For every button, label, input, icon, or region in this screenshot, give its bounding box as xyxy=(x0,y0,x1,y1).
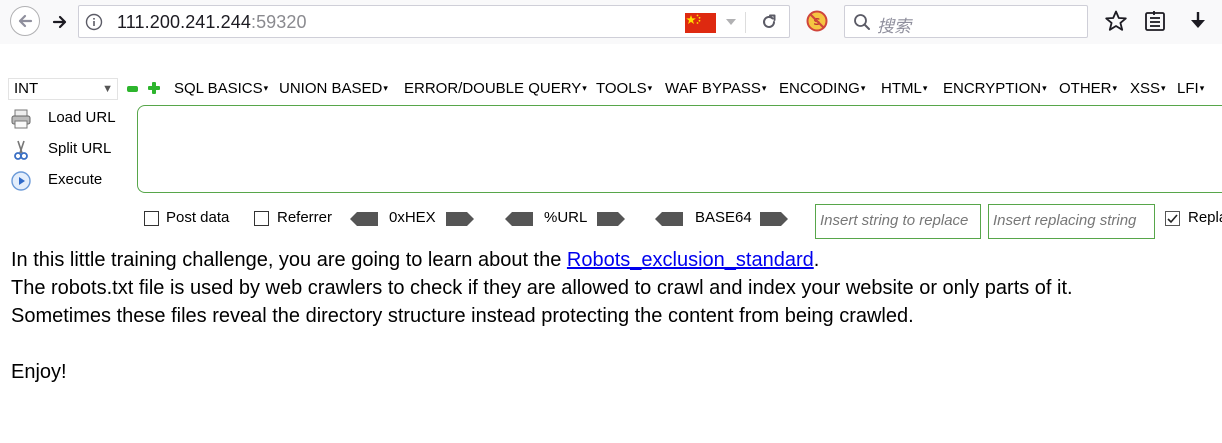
hex-decode-arrow-icon[interactable] xyxy=(350,212,378,226)
noscript-icon[interactable]: S xyxy=(806,10,828,32)
arrow-left-icon xyxy=(18,14,33,28)
play-icon xyxy=(11,171,31,191)
menu-lfi[interactable]: LFI▾ xyxy=(1177,80,1204,97)
post-data-label: Post data xyxy=(166,209,230,226)
plus-icon[interactable] xyxy=(148,82,160,94)
hex-encode-arrow-icon[interactable] xyxy=(446,212,474,226)
china-flag-icon[interactable] xyxy=(685,13,716,33)
arrow-right-icon xyxy=(52,15,67,29)
enjoy-line: Enjoy! xyxy=(11,361,67,383)
menu-encoding[interactable]: ENCODING▾ xyxy=(779,80,865,97)
url-port: :59320 xyxy=(250,12,307,32)
menu-label: LFI xyxy=(1177,80,1199,97)
type-select-value: INT xyxy=(14,80,39,97)
split-url-label: Split URL xyxy=(48,140,112,157)
base64-decode-arrow-icon[interactable] xyxy=(655,212,683,226)
menu-label: WAF BYPASS xyxy=(665,80,761,97)
menu-error-double-query[interactable]: ERROR/DOUBLE QUERY▾ xyxy=(404,80,587,97)
menu-label: ENCRYPTION xyxy=(943,80,1042,97)
load-url-label: Load URL xyxy=(48,109,116,126)
url-decode-arrow-icon[interactable] xyxy=(505,212,533,226)
chevron-down-icon: ▼ xyxy=(102,83,113,95)
address-bar[interactable]: 111.200.241.244:59320 xyxy=(78,5,790,38)
menu-label: ERROR/DOUBLE QUERY xyxy=(404,80,582,97)
post-data-checkbox[interactable] xyxy=(144,211,159,226)
referrer-label: Referrer xyxy=(277,209,333,226)
replace-search-input[interactable]: Insert string to replace xyxy=(815,204,981,239)
page-content: In this little training challenge, you a… xyxy=(11,246,1216,386)
divider xyxy=(745,12,746,33)
menu-label: XSS xyxy=(1130,80,1161,97)
url-textarea[interactable] xyxy=(137,105,1222,193)
browser-toolbar: 111.200.241.244:59320 S xyxy=(0,0,1222,44)
type-select[interactable]: INT ▼ xyxy=(8,78,118,100)
menu-html[interactable]: HTML▾ xyxy=(881,80,927,97)
printer-icon xyxy=(11,109,31,129)
menu-label: ENCODING xyxy=(779,80,860,97)
menu-label: OTHER xyxy=(1059,80,1112,97)
referrer-checkbox[interactable] xyxy=(254,211,269,226)
star-bookmark-icon[interactable] xyxy=(1104,9,1128,33)
replace-all-checkbox[interactable] xyxy=(1165,211,1180,226)
menu-union-based[interactable]: UNION BASED▾ xyxy=(279,80,388,97)
hex-label: 0xHEX xyxy=(389,209,436,226)
hackbar-options-row: Post data Referrer 0xHEX %URL BASE64 Ins… xyxy=(0,204,1222,239)
menu-encryption[interactable]: ENCRYPTION▾ xyxy=(943,80,1047,97)
menu-waf-bypass[interactable]: WAF BYPASS▾ xyxy=(665,80,766,97)
menu-label: TOOLS xyxy=(596,80,647,97)
load-url-button[interactable]: Load URL xyxy=(10,106,125,132)
search-bar[interactable]: 搜索 xyxy=(844,5,1088,38)
execute-label: Execute xyxy=(48,171,103,188)
search-placeholder: 搜索 xyxy=(877,17,911,37)
base64-encode-arrow-icon[interactable] xyxy=(760,212,788,226)
menu-label: HTML xyxy=(881,80,922,97)
menu-label: UNION BASED xyxy=(279,80,383,97)
base64-label: BASE64 xyxy=(695,209,752,226)
menu-other[interactable]: OTHER▾ xyxy=(1059,80,1117,97)
directory-warning-line: Sometimes these files reveal the directo… xyxy=(11,305,914,327)
url-text[interactable]: 111.200.241.244:59320 xyxy=(117,12,307,33)
hackbar-panel: INT ▼ SQL BASICS▾ UNION BASED▾ ERROR/DOU… xyxy=(0,44,1222,239)
search-icon xyxy=(854,14,870,30)
execute-button[interactable]: Execute xyxy=(10,168,125,194)
reload-icon[interactable] xyxy=(759,12,779,32)
intro-line: In this little training challenge, you a… xyxy=(11,246,1216,274)
robots-standard-link[interactable]: Robots_exclusion_standard xyxy=(567,249,814,271)
chevron-down-icon[interactable] xyxy=(725,17,737,27)
url-encode-arrow-icon[interactable] xyxy=(597,212,625,226)
back-button[interactable] xyxy=(10,6,40,36)
replace-with-input[interactable]: Insert replacing string xyxy=(988,204,1155,239)
menu-label: SQL BASICS xyxy=(174,80,263,97)
url-label: %URL xyxy=(544,209,588,226)
checkmark-icon xyxy=(1167,214,1178,224)
replace-all-label: Replace All xyxy=(1188,209,1222,226)
intro-text: In this little training challenge, you a… xyxy=(11,249,567,271)
reader-list-icon[interactable] xyxy=(1143,9,1167,33)
url-host: 111.200.241.244 xyxy=(117,12,251,32)
menu-sql-basics[interactable]: SQL BASICS▾ xyxy=(174,80,268,97)
split-url-button[interactable]: Split URL xyxy=(10,137,125,163)
menu-tools[interactable]: TOOLS▾ xyxy=(596,80,652,97)
download-icon[interactable] xyxy=(1186,9,1210,33)
robots-description-line: The robots.txt file is used by web crawl… xyxy=(11,277,1073,299)
minus-icon[interactable] xyxy=(127,86,138,92)
info-icon[interactable] xyxy=(85,13,103,31)
scissors-icon xyxy=(14,140,28,160)
menu-xss[interactable]: XSS▾ xyxy=(1130,80,1166,97)
intro-period: . xyxy=(813,249,820,271)
hackbar-menu-bar: INT ▼ SQL BASICS▾ UNION BASED▾ ERROR/DOU… xyxy=(0,76,1222,102)
forward-button[interactable] xyxy=(46,8,74,36)
